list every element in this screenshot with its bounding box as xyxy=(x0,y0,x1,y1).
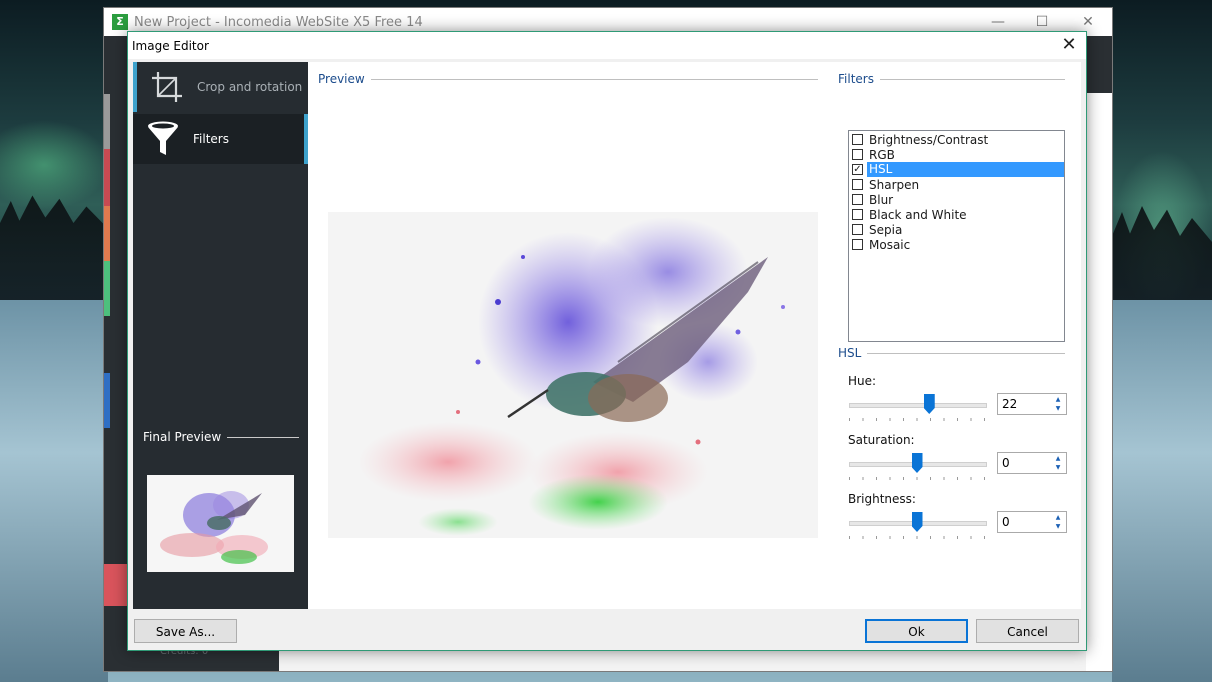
filters-header: Filters xyxy=(838,72,1065,86)
hue-spinbox[interactable]: ▲▼ xyxy=(997,393,1067,415)
main-window-title: New Project - Incomedia WebSite X5 Free … xyxy=(134,14,423,30)
ok-button[interactable]: Ok xyxy=(865,619,968,643)
filter-item-mosaic[interactable]: Mosaic xyxy=(849,237,1064,252)
spin-up-icon[interactable]: ▲ xyxy=(1051,454,1065,463)
filter-item-sharpen[interactable]: Sharpen xyxy=(849,177,1064,192)
funnel-icon xyxy=(133,114,193,164)
brightness-label: Brightness: xyxy=(848,492,916,506)
slider-ticks xyxy=(849,418,985,421)
filter-checkbox[interactable] xyxy=(852,194,863,205)
step-indicator xyxy=(104,206,110,261)
filter-item-label: Blur xyxy=(869,192,894,207)
saturation-spinbox[interactable]: ▲▼ xyxy=(997,452,1067,474)
spin-down-icon[interactable]: ▼ xyxy=(1051,404,1065,413)
spin-down-icon[interactable]: ▼ xyxy=(1051,522,1065,531)
filter-checkbox[interactable] xyxy=(852,179,863,190)
filter-item-blur[interactable]: Blur xyxy=(849,192,1064,207)
spin-up-icon[interactable]: ▲ xyxy=(1051,395,1065,404)
filter-checkbox[interactable] xyxy=(852,239,863,250)
filter-checkbox[interactable] xyxy=(852,149,863,160)
hue-label: Hue: xyxy=(848,374,877,388)
filter-item-label: Brightness/Contrast xyxy=(869,132,989,147)
filters-header-label: Filters xyxy=(838,72,874,86)
divider xyxy=(879,78,1065,80)
maximize-button[interactable]: ☐ xyxy=(1022,12,1062,32)
final-preview-label: Final Preview xyxy=(143,430,222,444)
filter-item-label: HSL xyxy=(867,162,1064,177)
saturation-slider[interactable] xyxy=(849,453,987,480)
filter-item-sepia[interactable]: Sepia xyxy=(849,222,1064,237)
slider-ticks xyxy=(849,536,985,539)
sidebar-item-filters[interactable]: Filters xyxy=(133,114,308,164)
filter-item-label: Mosaic xyxy=(869,237,911,252)
filter-item-rgb[interactable]: RGB xyxy=(849,147,1064,162)
sidebar-item-label: Filters xyxy=(193,132,229,146)
save-as-button[interactable]: Save As... xyxy=(134,619,237,643)
desktop-lake xyxy=(0,300,108,682)
filter-item-brightness-contrast[interactable]: Brightness/Contrast xyxy=(849,132,1064,147)
saturation-label: Saturation: xyxy=(848,433,915,447)
step-indicator xyxy=(104,149,110,206)
saturation-input[interactable] xyxy=(998,455,1054,471)
step-indicator xyxy=(104,373,110,428)
slider-ticks xyxy=(849,477,985,480)
dialog-body: Crop and rotation Filters Final Preview xyxy=(133,62,1081,609)
final-preview-thumbnail xyxy=(147,475,294,572)
image-editor-dialog: Image Editor ✕ Crop and rotation Filters… xyxy=(127,31,1087,651)
filter-item-label: RGB xyxy=(869,147,895,162)
spin-up-icon[interactable]: ▲ xyxy=(1051,513,1065,522)
brightness-slider[interactable] xyxy=(849,512,987,539)
hue-input[interactable] xyxy=(998,396,1054,412)
filter-item-label: Sharpen xyxy=(869,177,920,192)
preview-image xyxy=(328,212,818,538)
slider-thumb[interactable] xyxy=(911,512,923,532)
slider-track xyxy=(849,403,987,408)
editor-sidebar: Crop and rotation Filters Final Preview xyxy=(133,62,308,609)
filter-list[interactable]: Brightness/Contrast RGB ✓ HSL Sharpen Bl… xyxy=(848,130,1065,342)
filter-item-label: Sepia xyxy=(869,222,903,237)
divider xyxy=(370,78,818,80)
main-content-edge xyxy=(1086,93,1112,671)
dialog-close-button[interactable]: ✕ xyxy=(1058,35,1080,55)
hue-slider[interactable] xyxy=(849,394,987,421)
step-indicator xyxy=(104,94,110,149)
slider-thumb[interactable] xyxy=(923,394,935,414)
hsl-header-label: HSL xyxy=(838,346,862,360)
divider xyxy=(227,436,299,438)
hsl-header: HSL xyxy=(838,346,1065,360)
desktop-lake xyxy=(1112,300,1212,682)
slider-thumb[interactable] xyxy=(911,453,923,473)
preview-header-label: Preview xyxy=(318,72,365,86)
filter-checkbox-checked[interactable]: ✓ xyxy=(852,164,863,175)
minimize-button[interactable]: — xyxy=(978,12,1018,32)
spin-down-icon[interactable]: ▼ xyxy=(1051,463,1065,472)
brightness-spinbox[interactable]: ▲▼ xyxy=(997,511,1067,533)
filter-item-label: Black and White xyxy=(869,207,967,222)
sidebar-item-crop-rotation[interactable]: Crop and rotation xyxy=(133,62,308,112)
filter-checkbox[interactable] xyxy=(852,209,863,220)
divider xyxy=(867,352,1065,354)
filter-item-black-and-white[interactable]: Black and White xyxy=(849,207,1064,222)
app-logo-icon: Σ xyxy=(112,14,128,30)
desktop-aurora xyxy=(0,120,110,210)
step-indicator xyxy=(104,261,110,316)
dialog-title: Image Editor xyxy=(132,38,209,53)
preview-header: Preview xyxy=(318,72,818,86)
filter-checkbox[interactable] xyxy=(852,224,863,235)
filter-item-hsl[interactable]: ✓ HSL xyxy=(849,162,1064,177)
dialog-titlebar: Image Editor ✕ xyxy=(128,32,1086,59)
cancel-button[interactable]: Cancel xyxy=(976,619,1079,643)
final-preview-header: Final Preview xyxy=(143,430,299,444)
brightness-input[interactable] xyxy=(998,514,1054,530)
filter-checkbox[interactable] xyxy=(852,134,863,145)
main-close-button[interactable]: ✕ xyxy=(1068,12,1108,32)
sidebar-item-label: Crop and rotation xyxy=(197,80,303,94)
crop-icon xyxy=(137,62,197,112)
